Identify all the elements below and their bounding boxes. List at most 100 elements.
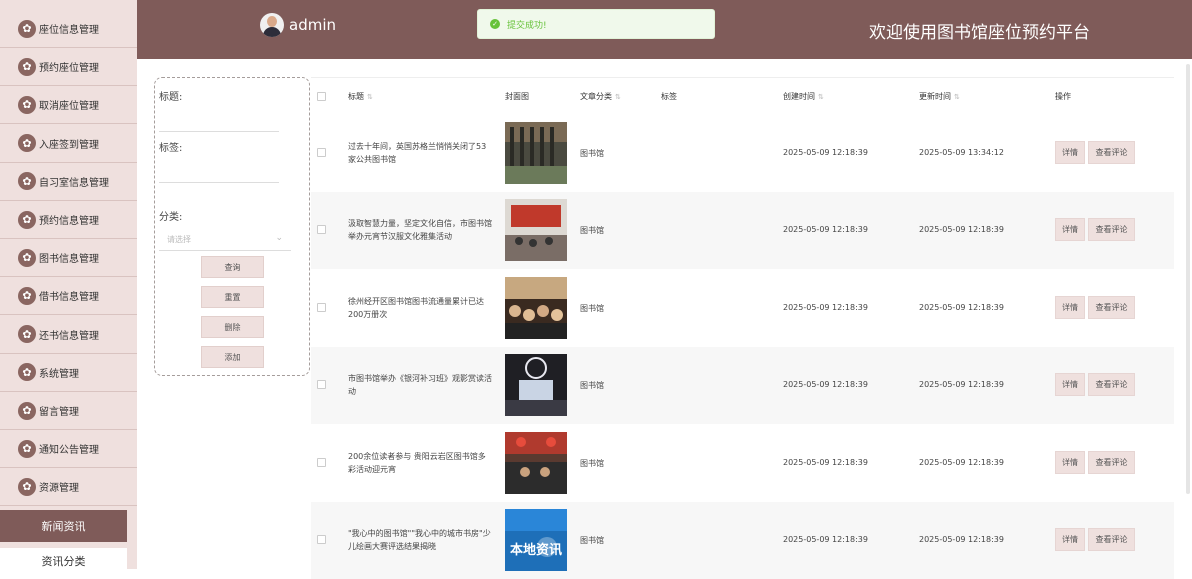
sidebar-item-label: 自习室信息管理 (39, 174, 109, 189)
sort-icon: ⇅ (615, 93, 621, 101)
view-comments-button[interactable]: 查看评论 (1088, 451, 1135, 474)
sidebar-item[interactable]: ✿取消座位管理 (0, 86, 137, 124)
row-checkbox[interactable] (317, 458, 326, 467)
flower-icon: ✿ (18, 287, 36, 305)
sidebar-item[interactable]: ✿预约信息管理 (0, 201, 137, 239)
sidebar-item[interactable]: ✿通知公告管理 (0, 430, 137, 468)
detail-button[interactable]: 详情 (1055, 141, 1085, 164)
row-checkbox[interactable] (317, 380, 326, 389)
table-row[interactable]: 200余位读者参与 贵阳云岩区图书馆多彩活动迎元宵图书馆2025-05-09 1… (311, 424, 1174, 502)
detail-button[interactable]: 详情 (1055, 218, 1085, 241)
chevron-down-icon: ⌄ (275, 233, 283, 243)
sidebar-subitem-news-category[interactable]: 资讯分类 (0, 548, 127, 569)
view-comments-button[interactable]: 查看评论 (1088, 373, 1135, 396)
sidebar-item-label: 取消座位管理 (39, 97, 99, 112)
row-checkbox[interactable] (317, 148, 326, 157)
delete-button[interactable]: 删除 (201, 316, 264, 338)
sidebar-item[interactable]: ✿留言管理 (0, 392, 137, 430)
reset-button[interactable]: 重置 (201, 286, 264, 308)
header-category[interactable]: 文章分类⇅ (580, 91, 621, 102)
category-placeholder: 请选择 (167, 234, 191, 245)
welcome-title: 欢迎使用图书馆座位预约平台 (869, 18, 1090, 43)
category-select[interactable]: 请选择 ⌄ (159, 229, 291, 251)
row-category: 图书馆 (580, 380, 604, 391)
row-updated: 2025-05-09 12:18:39 (919, 535, 1004, 544)
sidebar-item-label: 座位信息管理 (39, 21, 99, 36)
sidebar-item[interactable]: ✿入座签到管理 (0, 125, 137, 163)
table-row[interactable]: 汲取智慧力量，坚定文化自信，市图书馆举办元宵节汉服文化雅集活动图书馆2025-0… (311, 192, 1174, 270)
sidebar-item-label: 借书信息管理 (39, 288, 99, 303)
cover-image (505, 199, 567, 261)
row-created: 2025-05-09 12:18:39 (783, 303, 868, 312)
sidebar-item[interactable]: ✿系统管理 (0, 354, 137, 392)
view-comments-button[interactable]: 查看评论 (1088, 296, 1135, 319)
row-checkbox[interactable] (317, 535, 326, 544)
sidebar-item-label: 通知公告管理 (39, 441, 99, 456)
sidebar-item-label: 留言管理 (39, 403, 79, 418)
row-created: 2025-05-09 12:18:39 (783, 225, 868, 234)
row-created: 2025-05-09 12:18:39 (783, 535, 868, 544)
title-input[interactable] (159, 131, 279, 132)
cover-image (505, 277, 567, 339)
row-category: 图书馆 (580, 148, 604, 159)
flower-icon: ✿ (18, 20, 36, 38)
avatar[interactable] (260, 13, 284, 37)
flower-icon: ✿ (18, 172, 36, 190)
title-label: 标题: (159, 88, 182, 103)
query-button[interactable]: 查询 (201, 256, 264, 278)
page-scrollbar[interactable] (1186, 64, 1190, 494)
flower-icon: ✿ (18, 134, 36, 152)
tag-input[interactable] (159, 182, 279, 183)
cover-image (505, 122, 567, 184)
row-category: 图书馆 (580, 303, 604, 314)
sidebar: ✿座位信息管理✿预约座位管理✿取消座位管理✿入座签到管理✿自习室信息管理✿预约信… (0, 0, 137, 569)
row-category: 图书馆 (580, 535, 604, 546)
table-row[interactable]: 过去十年间，英国苏格兰悄悄关闭了53家公共图书馆图书馆2025-05-09 12… (311, 114, 1174, 192)
sidebar-item[interactable]: ✿图书信息管理 (0, 239, 137, 277)
sidebar-item-news[interactable]: 新闻资讯 (0, 510, 127, 542)
row-category: 图书馆 (580, 458, 604, 469)
search-panel: 标题: 标签: 分类: 请选择 ⌄ 查询 重置 删除 添加 (154, 77, 310, 376)
sort-icon: ⇅ (367, 93, 373, 101)
row-checkbox[interactable] (317, 225, 326, 234)
detail-button[interactable]: 详情 (1055, 451, 1085, 474)
view-comments-button[interactable]: 查看评论 (1088, 528, 1135, 551)
flower-icon: ✿ (18, 96, 36, 114)
cover-image (505, 354, 567, 416)
sidebar-item[interactable]: ✿借书信息管理 (0, 277, 137, 315)
toast-message: 提交成功! (507, 18, 547, 31)
row-updated: 2025-05-09 13:34:12 (919, 148, 1004, 157)
table-row[interactable]: "我心中的图书馆""我心中的城市书房"少儿绘画大赛评选结果揭晓本地资讯图书馆20… (311, 502, 1174, 579)
sidebar-item-label: 还书信息管理 (39, 327, 99, 342)
table-row[interactable]: 徐州经开区图书馆图书流通量累计已达200万册次图书馆2025-05-09 12:… (311, 269, 1174, 347)
detail-button[interactable]: 详情 (1055, 373, 1085, 396)
row-updated: 2025-05-09 12:18:39 (919, 380, 1004, 389)
sidebar-item[interactable]: ✿座位信息管理 (0, 10, 137, 48)
header-updated[interactable]: 更新时间⇅ (919, 91, 960, 102)
header-title[interactable]: 标题⇅ (348, 91, 373, 102)
add-button[interactable]: 添加 (201, 346, 264, 368)
detail-button[interactable]: 详情 (1055, 296, 1085, 319)
detail-button[interactable]: 详情 (1055, 528, 1085, 551)
cover-image (505, 432, 567, 494)
row-title: 市图书馆举办《银河补习班》观影赏读活动 (348, 372, 492, 398)
sidebar-item-label: 图书信息管理 (39, 250, 99, 265)
sidebar-item[interactable]: ✿自习室信息管理 (0, 163, 137, 201)
header-actions: 操作 (1055, 91, 1071, 102)
sidebar-item-label: 入座签到管理 (39, 136, 99, 151)
view-comments-button[interactable]: 查看评论 (1088, 141, 1135, 164)
table-row[interactable]: 市图书馆举办《银河补习班》观影赏读活动 图书馆 2025-05-09 12:18:3… (311, 347, 1174, 425)
header-created[interactable]: 创建时间⇅ (783, 91, 824, 102)
view-comments-button[interactable]: 查看评论 (1088, 218, 1135, 241)
sidebar-item[interactable]: ✿还书信息管理 (0, 316, 137, 354)
sidebar-item[interactable]: ✿资源管理 (0, 468, 137, 506)
row-created: 2025-05-09 12:18:39 (783, 148, 868, 157)
row-title: 200余位读者参与 贵阳云岩区图书馆多彩活动迎元宵 (348, 450, 492, 476)
row-category: 图书馆 (580, 225, 604, 236)
table-header: 标题⇅ 封面图 文章分类⇅ 标签 创建时间⇅ 更新时间⇅ 操作 (311, 77, 1174, 114)
row-checkbox[interactable] (317, 303, 326, 312)
sidebar-item-label: 系统管理 (39, 365, 79, 380)
news-table: 标题⇅ 封面图 文章分类⇅ 标签 创建时间⇅ 更新时间⇅ 操作 过去十年间，英国… (311, 77, 1174, 569)
sidebar-item[interactable]: ✿预约座位管理 (0, 48, 137, 86)
select-all-checkbox[interactable] (317, 92, 326, 101)
